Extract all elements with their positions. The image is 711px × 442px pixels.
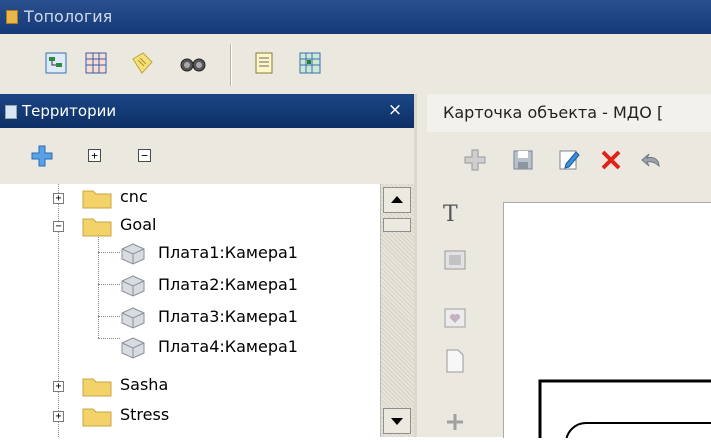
toolbar-separator (230, 44, 232, 86)
folder-icon (82, 187, 112, 209)
tree-item-label: Sasha (120, 375, 169, 394)
undo-icon[interactable] (639, 148, 663, 172)
shape-tool-icon[interactable] (443, 306, 467, 332)
object-card-sidebar: T (427, 188, 503, 437)
territories-panel-header: Территории × (0, 94, 414, 128)
tree-item-label: Goal (120, 215, 157, 234)
grid-table-icon[interactable] (84, 51, 108, 75)
scroll-thumb[interactable] (383, 218, 411, 232)
territory-tree: + cnc − Goal Плата1:Камера1 Плата2:Камер… (0, 184, 380, 437)
add-icon[interactable] (30, 144, 54, 168)
tree-item-camera[interactable]: Плата4:Камера1 (0, 334, 380, 362)
tree-item-camera[interactable]: Плата1:Камера1 (0, 240, 380, 268)
device-cube-icon (120, 337, 146, 359)
object-card-canvas[interactable] (503, 202, 711, 442)
tree-item-cnc[interactable]: + cnc (0, 184, 380, 212)
object-card-tab[interactable]: Карточка объекта - МДО [ (427, 94, 711, 133)
document-icon[interactable] (252, 51, 276, 75)
scroll-up-button[interactable] (383, 187, 411, 213)
text-tool-icon[interactable]: T (443, 202, 467, 228)
save-icon[interactable] (511, 148, 535, 172)
tree-item-label: Плата3:Камера1 (158, 307, 298, 326)
tree-item-label: Stress (120, 405, 170, 424)
close-icon[interactable]: × (385, 100, 405, 120)
territories-panel: Территории × + − + cnc − Goal Плата1:Кам… (0, 94, 415, 437)
app-icon (6, 10, 18, 24)
device-cube-icon (120, 243, 146, 265)
collapse-all-button[interactable]: − (138, 149, 151, 162)
tree-item-goal[interactable]: − Goal (0, 212, 380, 240)
folder-open-icon (82, 215, 112, 237)
tree-item-label: Плата2:Камера1 (158, 275, 298, 294)
add-icon[interactable] (463, 148, 487, 172)
move-tool-icon[interactable] (443, 410, 467, 436)
image-tool-icon[interactable] (443, 248, 467, 274)
object-card-panel: Карточка объекта - МДО [ T (414, 94, 711, 442)
tree-item-sasha[interactable]: + Sasha (0, 372, 380, 400)
topology-tree-icon[interactable] (44, 51, 68, 75)
expand-icon[interactable]: + (53, 381, 64, 392)
expand-all-button[interactable]: + (88, 149, 101, 162)
panel-icon (5, 105, 17, 119)
tree-item-camera[interactable]: Плата3:Камера1 (0, 304, 380, 332)
window-titlebar: Топология (0, 0, 711, 34)
tree-item-stress[interactable]: + Stress (0, 402, 380, 430)
delete-icon[interactable] (599, 148, 623, 172)
scroll-down-button[interactable] (383, 408, 411, 434)
main-toolbar (0, 34, 711, 95)
panel-title: Территории (22, 102, 117, 120)
tree-item-label: Плата4:Камера1 (158, 337, 298, 356)
expand-icon[interactable]: + (53, 411, 64, 422)
object-card-toolbar (427, 132, 711, 188)
window-title: Топология (24, 7, 113, 26)
page-tool-icon[interactable] (443, 348, 467, 374)
tree-item-label: cnc (120, 187, 148, 206)
collapse-icon[interactable]: − (53, 221, 64, 232)
object-card-title: Карточка объекта - МДО [ (443, 103, 664, 122)
device-cube-icon (120, 307, 146, 329)
folder-icon (82, 375, 112, 397)
notes-icon[interactable] (130, 51, 154, 75)
canvas-frame-shape (538, 379, 711, 442)
map-grid-icon[interactable] (298, 51, 322, 75)
tree-item-camera[interactable]: Плата2:Камера1 (0, 272, 380, 300)
tree-scrollbar[interactable] (380, 184, 415, 437)
tree-item-label: Плата1:Камера1 (158, 243, 298, 262)
expand-icon[interactable]: + (53, 193, 64, 204)
binoculars-icon[interactable] (180, 51, 206, 75)
edit-icon[interactable] (557, 148, 581, 172)
device-cube-icon (120, 275, 146, 297)
folder-icon (82, 405, 112, 427)
territories-toolbar: + − (0, 128, 414, 185)
